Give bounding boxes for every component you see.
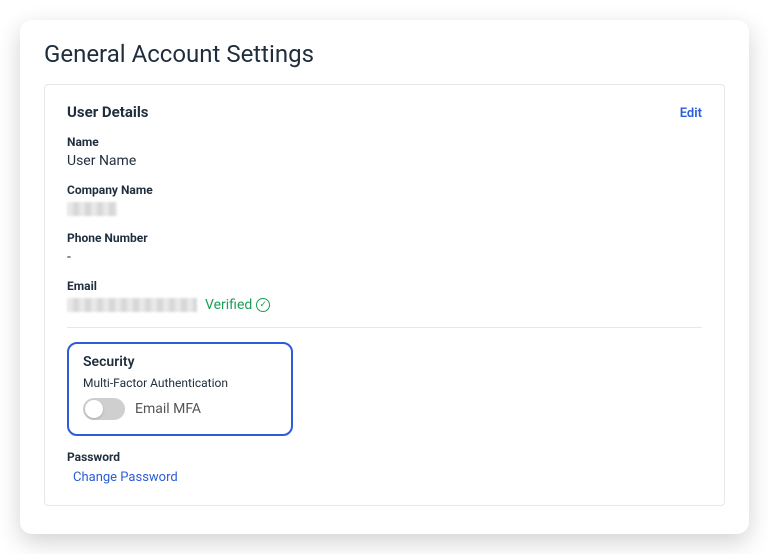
email-field: Email Verified ✓ (67, 279, 702, 313)
company-value (67, 201, 702, 217)
password-label: Password (67, 450, 702, 464)
divider (67, 327, 702, 328)
settings-page: General Account Settings User Details Ed… (20, 20, 749, 534)
user-details-title: User Details (67, 103, 149, 121)
user-details-card: User Details Edit Name User Name Company… (44, 84, 725, 506)
redacted-email (67, 298, 197, 312)
phone-label: Phone Number (67, 231, 702, 245)
toggle-knob (85, 400, 103, 418)
page-title: General Account Settings (44, 40, 725, 68)
mfa-row: Email MFA (83, 398, 277, 420)
mfa-toggle[interactable] (83, 398, 125, 420)
company-field: Company Name (67, 183, 702, 217)
password-section: Password Change Password (67, 450, 702, 485)
name-label: Name (67, 135, 702, 149)
edit-button[interactable]: Edit (680, 106, 702, 121)
email-value-row: Verified ✓ (67, 297, 702, 313)
name-field: Name User Name (67, 135, 702, 169)
redacted-company (67, 202, 117, 216)
name-value: User Name (67, 153, 702, 169)
card-header: User Details Edit (67, 103, 702, 121)
verified-badge: Verified ✓ (205, 297, 270, 313)
email-label: Email (67, 279, 702, 293)
security-section: Security Multi-Factor Authentication Ema… (67, 342, 293, 436)
phone-field: Phone Number - (67, 231, 702, 265)
verified-label: Verified (205, 297, 252, 313)
check-circle-icon: ✓ (256, 298, 270, 312)
mfa-type-label: Email MFA (135, 401, 201, 417)
phone-value: - (67, 249, 702, 265)
company-label: Company Name (67, 183, 702, 197)
change-password-link[interactable]: Change Password (67, 470, 702, 485)
security-title: Security (83, 354, 277, 370)
mfa-label: Multi-Factor Authentication (83, 376, 277, 390)
